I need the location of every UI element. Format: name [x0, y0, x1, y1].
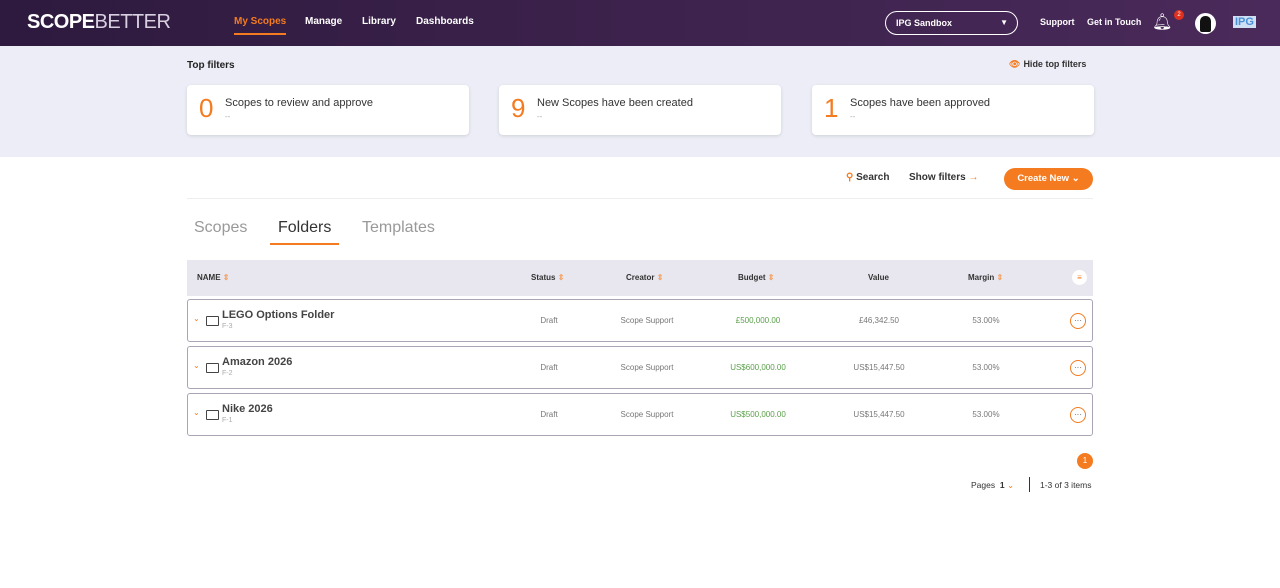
col-name[interactable]: NAME ⇕	[197, 273, 230, 282]
top-filters-title: Top filters	[187, 60, 235, 71]
create-new-button[interactable]: Create New ⌄	[1004, 168, 1093, 190]
folder-code: F-2	[222, 370, 233, 377]
margin: 53.00%	[972, 410, 1000, 419]
get-in-touch-link[interactable]: Get in Touch	[1087, 17, 1141, 27]
page-1-button[interactable]: 1	[1077, 453, 1093, 469]
show-filters-button[interactable]: Show filters →	[909, 172, 978, 183]
search-button[interactable]: ⚲ Search	[846, 172, 889, 183]
nav-manage[interactable]: Manage	[305, 16, 342, 27]
value: US$15,447.50	[853, 363, 905, 372]
value: £46,342.50	[858, 316, 900, 325]
col-status[interactable]: Status ⇕	[531, 273, 564, 282]
hide-top-filters-button[interactable]: 👁︎ Hide top filters	[1009, 59, 1086, 70]
folder-name[interactable]: LEGO Options Folder	[222, 309, 334, 321]
nav-dashboards[interactable]: Dashboards	[416, 16, 474, 27]
avatar[interactable]	[1195, 13, 1216, 34]
margin: 53.00%	[972, 363, 1000, 372]
notification-badge: 2	[1174, 10, 1184, 20]
search-icon: ⚲	[846, 172, 854, 183]
creator: Scope Support	[620, 316, 674, 325]
col-margin[interactable]: Margin ⇕	[968, 273, 1003, 282]
top-filters-panel: Top filters 👁︎ Hide top filters 0 Scopes t…	[0, 46, 1280, 157]
items-count: 1-3 of 3 items	[1040, 480, 1092, 490]
filter-card-approved[interactable]: 1 Scopes have been approved --	[812, 85, 1094, 135]
filter-card-new[interactable]: 9 New Scopes have been created --	[499, 85, 781, 135]
top-nav: SCOPEBETTER My Scopes Manage Library Das…	[0, 0, 1280, 46]
col-creator[interactable]: Creator ⇕	[626, 273, 663, 282]
folder-name[interactable]: Amazon 2026	[222, 356, 292, 368]
arrow-right-icon: →	[968, 172, 979, 183]
chevron-down-icon: ⌄	[1071, 173, 1080, 184]
workspace-label: IPG Sandbox	[896, 18, 953, 28]
filter-card-review[interactable]: 0 Scopes to review and approve --	[187, 85, 469, 135]
divider	[1029, 477, 1030, 492]
col-value: Value	[868, 273, 889, 282]
table-row[interactable]: ⌄ LEGO Options Folder F-3 Draft Scope Sup…	[187, 299, 1093, 342]
support-link[interactable]: Support	[1040, 17, 1075, 27]
folder-code: F-3	[222, 323, 233, 330]
table-row[interactable]: ⌄ Nike 2026 F-1 Draft Scope Support US$50…	[187, 393, 1093, 436]
more-options-icon[interactable]: ···	[1070, 313, 1086, 329]
logo[interactable]: SCOPEBETTER	[27, 11, 171, 34]
creator: Scope Support	[620, 410, 674, 419]
tab-folders[interactable]: Folders	[270, 219, 340, 245]
tab-templates[interactable]: Templates	[362, 219, 435, 243]
expand-chevron-icon[interactable]: ⌄	[193, 314, 200, 323]
tab-scopes[interactable]: Scopes	[194, 219, 247, 243]
budget: US$500,000.00	[730, 410, 786, 419]
eye-icon: 👁︎	[1009, 59, 1021, 69]
more-options-icon[interactable]: ···	[1070, 407, 1086, 423]
more-options-icon[interactable]: ···	[1070, 360, 1086, 376]
margin: 53.00%	[972, 316, 1000, 325]
folder-icon	[206, 363, 219, 373]
folder-icon	[206, 410, 219, 420]
filter-icon[interactable]: ≡	[1072, 270, 1087, 285]
folder-icon	[206, 316, 219, 326]
pages-select[interactable]: Pages 1 ⌄	[971, 480, 1014, 491]
budget: £500,000.00	[735, 316, 781, 325]
nav-my-scopes[interactable]: My Scopes	[234, 16, 287, 35]
budget: US$600,000.00	[730, 363, 786, 372]
folder-code: F-1	[222, 417, 233, 424]
nav-library[interactable]: Library	[362, 16, 396, 27]
creator: Scope Support	[620, 363, 674, 372]
folder-name[interactable]: Nike 2026	[222, 403, 273, 415]
expand-chevron-icon[interactable]: ⌄	[193, 408, 200, 417]
caret-down-icon: ▼	[1000, 18, 1008, 27]
table-header: NAME ⇕ Status ⇕ Creator ⇕ Budget ⇕ Value…	[187, 260, 1093, 296]
col-budget[interactable]: Budget ⇕	[738, 273, 775, 282]
workspace-select[interactable]: IPG Sandbox ▼	[885, 11, 1018, 35]
chevron-down-icon: ⌄	[1006, 480, 1015, 490]
bell-icon[interactable]: 🔔︎	[1152, 12, 1172, 32]
value: US$15,447.50	[853, 410, 905, 419]
divider	[187, 198, 1093, 199]
expand-chevron-icon[interactable]: ⌄	[193, 361, 200, 370]
table-row[interactable]: ⌄ Amazon 2026 F-2 Draft Scope Support US$…	[187, 346, 1093, 389]
org-logo: IPG	[1233, 16, 1256, 28]
